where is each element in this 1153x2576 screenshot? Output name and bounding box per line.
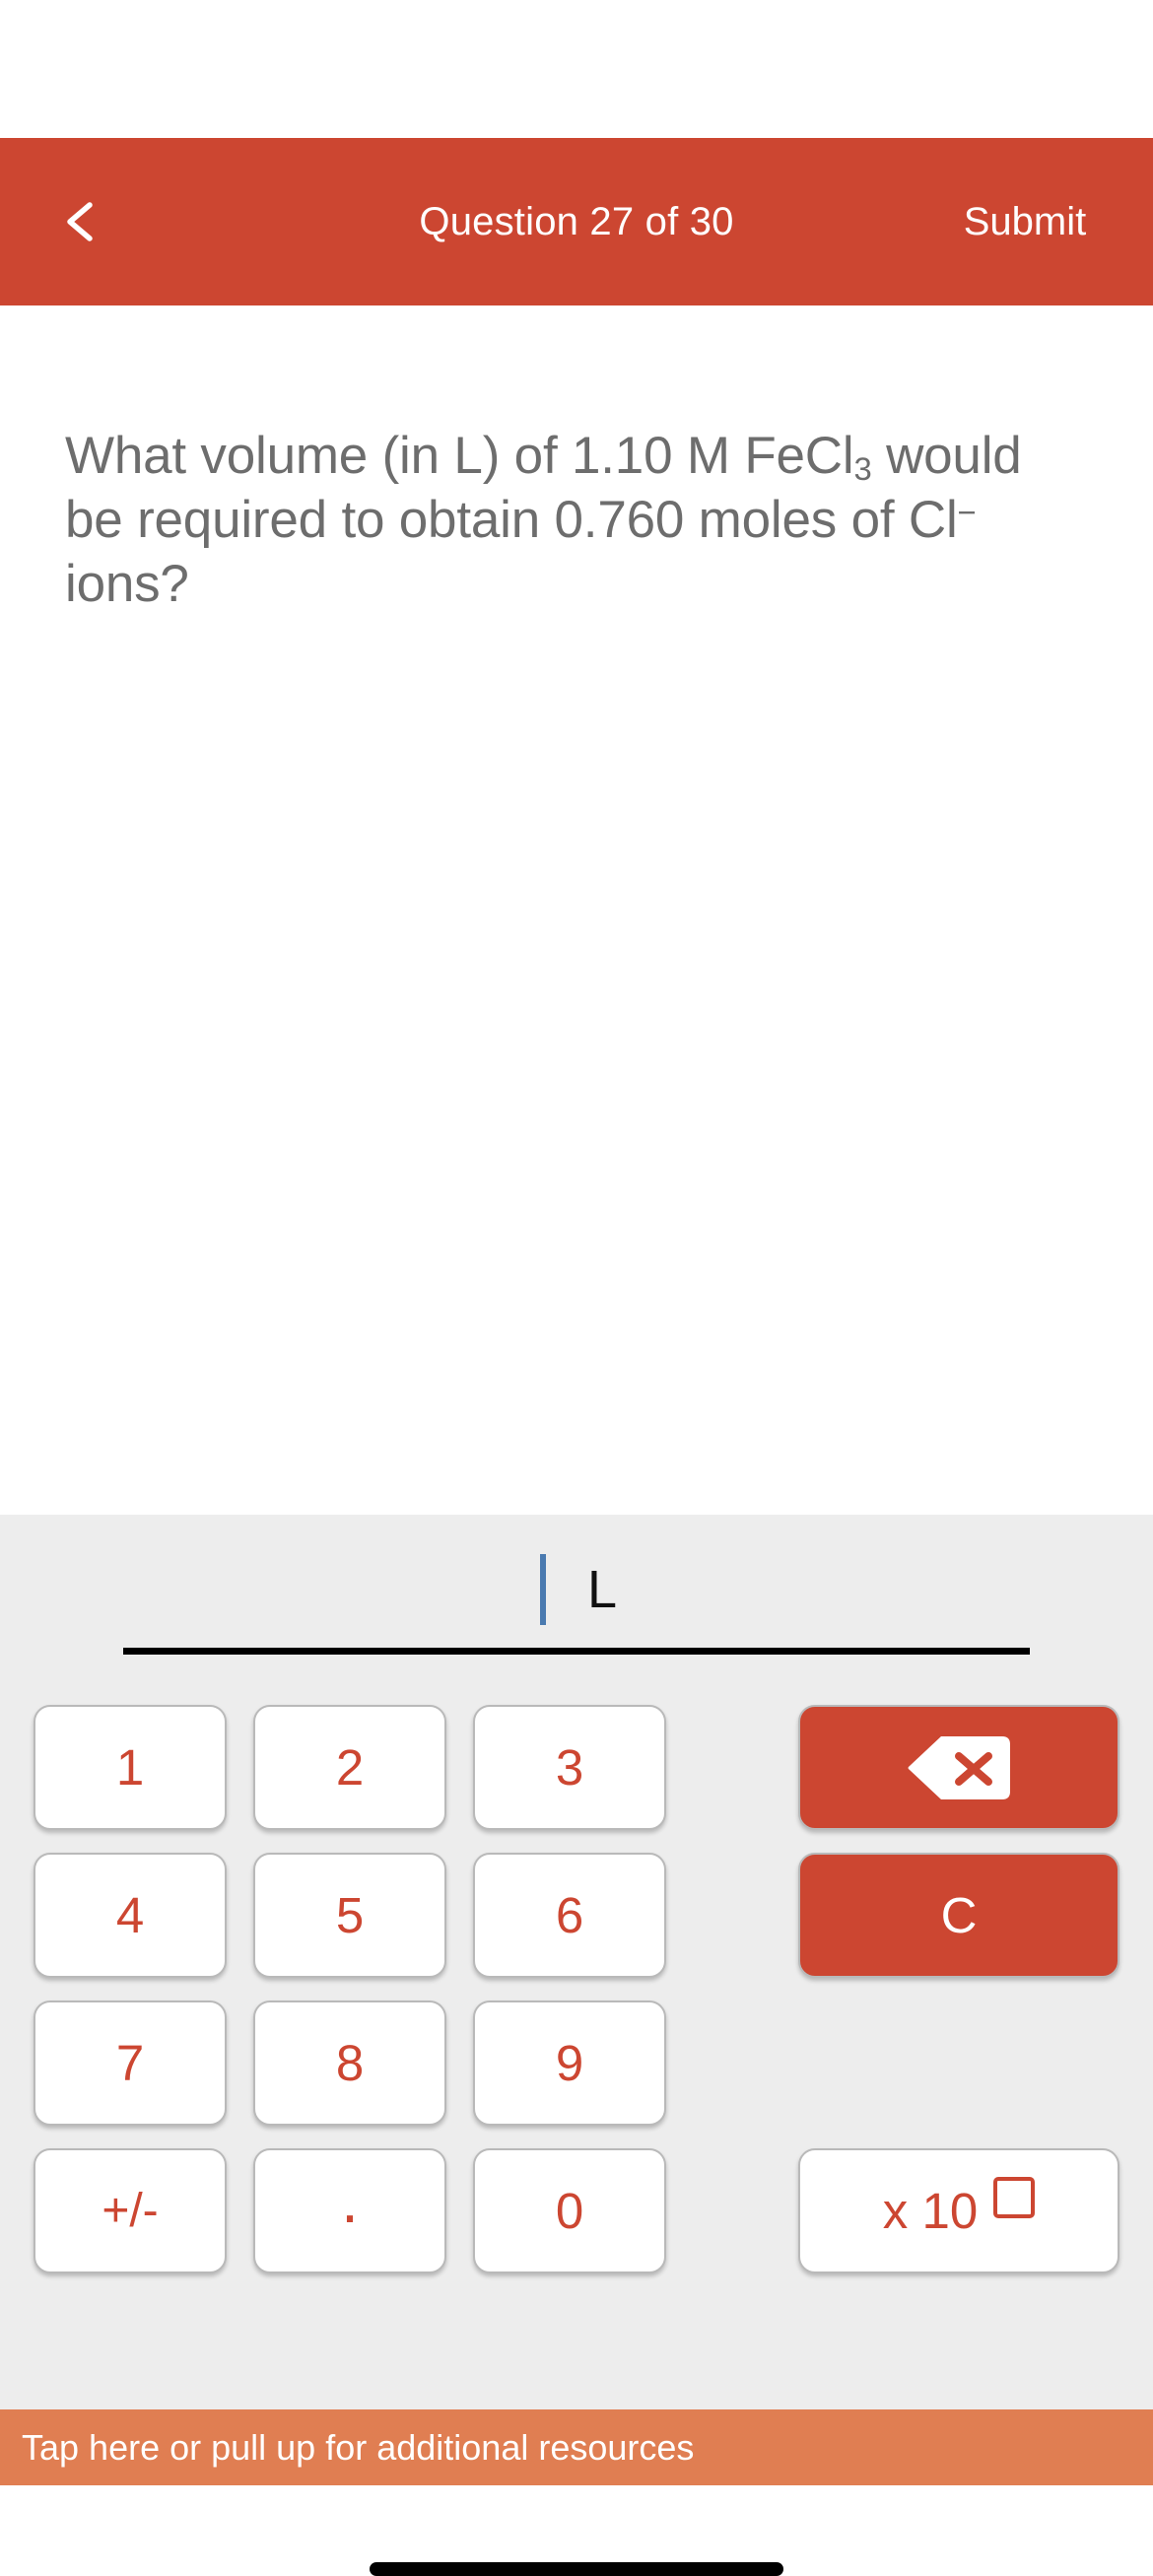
additional-resources-label: Tap here or pull up for additional resou… [22, 2426, 695, 2468]
backspace-button[interactable] [798, 1705, 1119, 1830]
key-7[interactable]: 7 [34, 2000, 227, 2126]
additional-resources-bar[interactable]: Tap here or pull up for additional resou… [0, 2409, 1153, 2485]
backspace-delete-icon [908, 1735, 1010, 1799]
key-1[interactable]: 1 [34, 1705, 227, 1830]
key-8[interactable]: 8 [253, 2000, 446, 2126]
home-indicator[interactable] [370, 2562, 783, 2576]
bottom-area [0, 2485, 1153, 2495]
answer-input[interactable]: L [123, 1542, 1030, 1637]
question-area: What volume (in L) of 1.10 M FeCl3 would… [0, 305, 1153, 1515]
submit-button[interactable]: Submit [897, 138, 1153, 305]
text-caret [539, 1554, 546, 1625]
question-line-prefix: What volume (in L) of 1.10 M FeCl [65, 427, 854, 485]
key-5[interactable]: 5 [253, 1853, 446, 1978]
answer-unit-label: L [586, 1560, 618, 1619]
answer-underline [123, 1648, 1030, 1655]
numeric-keypad: 1 2 3 4 5 6 7 8 9 +/- . 0 [34, 1705, 666, 2273]
key-plus-minus[interactable]: +/- [34, 2148, 227, 2273]
exponent-button[interactable]: x 10 [798, 2148, 1119, 2273]
key-6[interactable]: 6 [473, 1853, 666, 1978]
status-bar [0, 0, 1153, 138]
ion-charge-superscript: − [957, 494, 977, 531]
empty-exponent-box-icon [993, 2176, 1036, 2218]
clear-button[interactable]: C [798, 1853, 1119, 1978]
key-3[interactable]: 3 [473, 1705, 666, 1830]
question-text: What volume (in L) of 1.10 M FeCl3 would… [65, 424, 1080, 617]
chevron-left-icon [67, 202, 93, 241]
answer-input-row[interactable]: L [0, 1515, 1153, 1662]
formula-subscript: 3 [853, 450, 872, 488]
header-bar: Question 27 of 30 Submit [0, 138, 1153, 305]
key-0[interactable]: 0 [473, 2148, 666, 2273]
key-9[interactable]: 9 [473, 2000, 666, 2126]
question-line-end: ions? [65, 555, 189, 614]
exponent-label: x 10 [882, 2183, 979, 2239]
key-4[interactable]: 4 [34, 1853, 227, 1978]
key-2[interactable]: 2 [253, 1705, 446, 1830]
key-decimal[interactable]: . [253, 2148, 446, 2273]
back-button[interactable] [18, 138, 146, 305]
keypad-panel: L 1 2 3 4 5 6 7 8 9 +/- . 0 C x 10 [0, 1515, 1153, 2409]
